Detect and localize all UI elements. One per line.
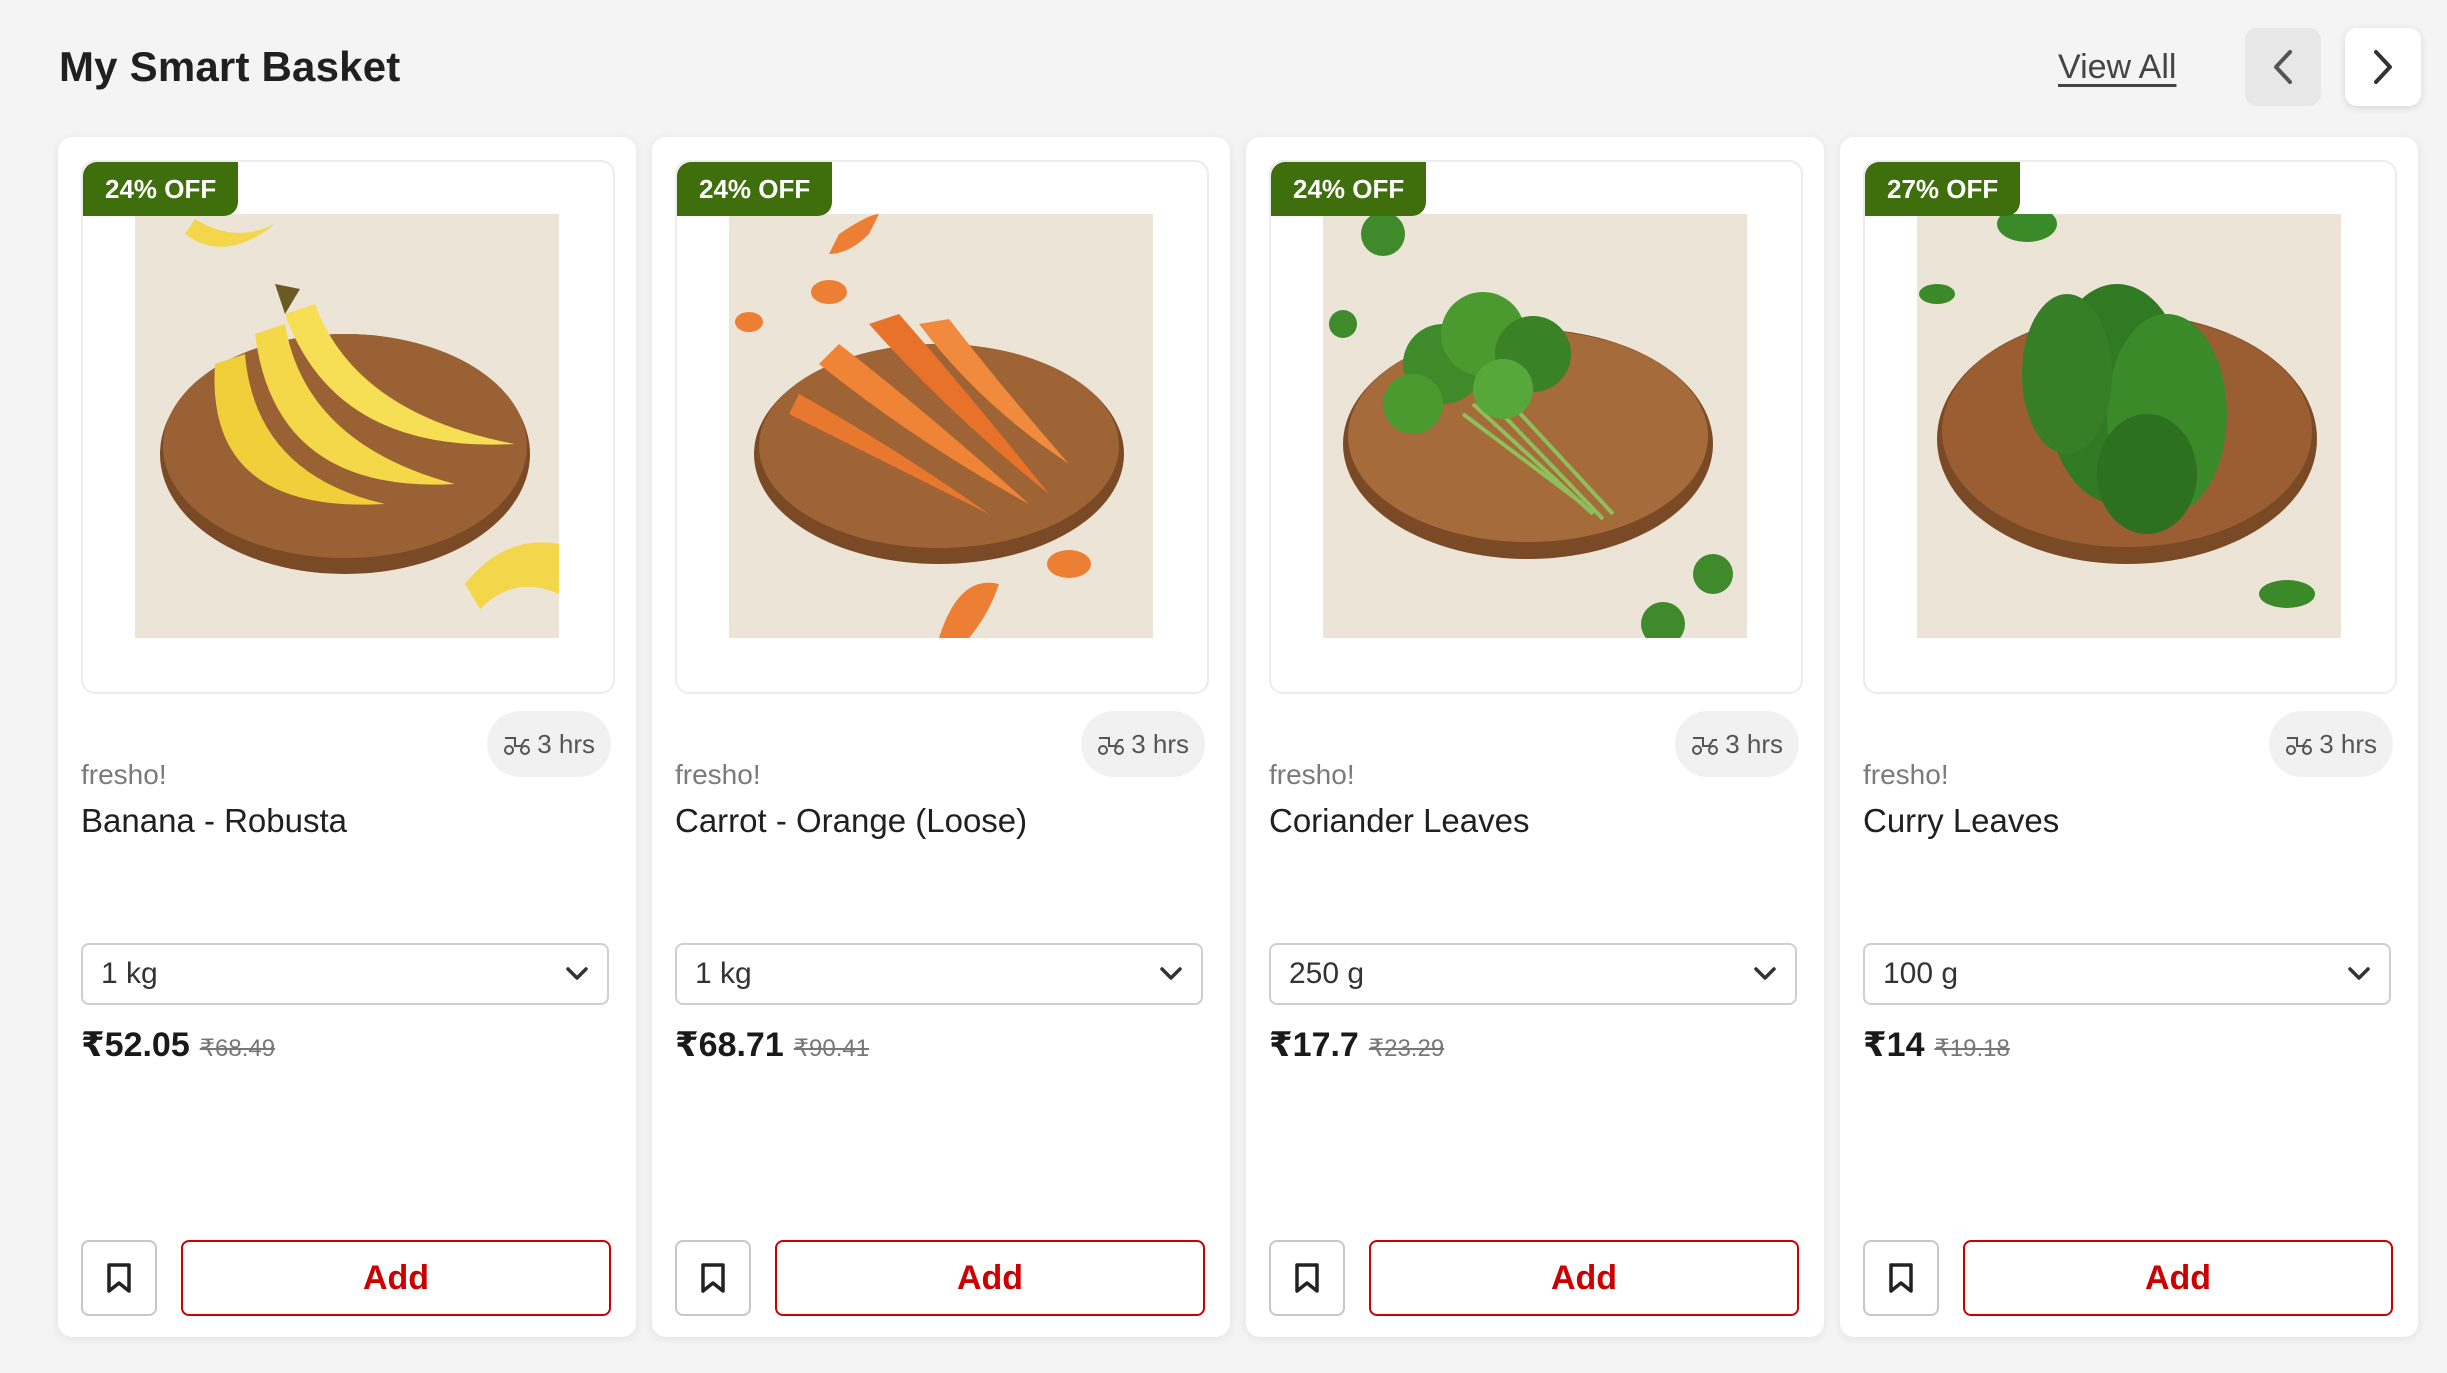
delivery-time-badge: 3 hrs [1081, 711, 1205, 777]
product-name[interactable]: Coriander Leaves [1269, 802, 1530, 840]
product-image-frame[interactable]: 27% OFF [1863, 160, 2397, 694]
pack-size-dropdown[interactable]: 1 kg [81, 943, 609, 1005]
banana-image [135, 214, 559, 638]
product-image-frame[interactable]: 24% OFF [1269, 160, 1803, 694]
product-brand: fresho! [81, 759, 167, 790]
product-brand: fresho! [1269, 759, 1355, 790]
delivery-time-text: 3 hrs [537, 728, 595, 759]
discount-badge: 24% OFF [83, 162, 239, 216]
product-name[interactable]: Curry Leaves [1863, 802, 2059, 840]
section-title: My Smart Basket [59, 43, 401, 90]
section-header: My Smart Basket View All [59, 28, 2423, 106]
delivery-time-badge: 3 hrs [487, 711, 611, 777]
selling-price: ₹14 [1863, 1026, 1925, 1064]
chevron-down-icon [1160, 967, 1182, 980]
chevron-down-icon [2348, 967, 2370, 980]
price-row: ₹14 ₹19.18 [1863, 1025, 2010, 1065]
carrot-image [729, 214, 1153, 638]
delivery-time-badge: 3 hrs [1675, 711, 1799, 777]
price-row: ₹68.71 ₹90.41 [675, 1025, 869, 1065]
pack-size-dropdown[interactable]: 100 g [1863, 943, 2391, 1005]
chevron-right-icon [2374, 50, 2392, 84]
add-to-basket-button[interactable]: Add [1963, 1240, 2393, 1316]
delivery-scooter-icon [504, 737, 531, 755]
selling-price: ₹68.71 [675, 1026, 784, 1064]
pack-size-dropdown[interactable]: 250 g [1269, 943, 1797, 1005]
chevron-down-icon [566, 967, 588, 980]
bookmark-icon [701, 1263, 725, 1293]
product-image-frame[interactable]: 24% OFF [675, 160, 1209, 694]
pack-size-value: 1 kg [695, 957, 752, 990]
price-row: ₹52.05 ₹68.49 [81, 1025, 275, 1065]
mrp-price: ₹68.49 [199, 1035, 276, 1062]
add-to-basket-button[interactable]: Add [181, 1240, 611, 1316]
product-name[interactable]: Carrot - Orange (Loose) [675, 802, 1027, 840]
delivery-time-text: 3 hrs [1725, 728, 1783, 759]
product-card[interactable]: 24% OFF 3 hrs fresho! Banana - Robusta 1… [58, 137, 636, 1337]
delivery-scooter-icon [1098, 737, 1125, 755]
price-row: ₹17.7 ₹23.29 [1269, 1025, 1444, 1065]
mrp-price: ₹23.29 [1368, 1035, 1445, 1062]
save-for-later-button[interactable] [1863, 1240, 1939, 1316]
view-all-link[interactable]: View All [2058, 48, 2176, 87]
add-to-basket-button[interactable]: Add [775, 1240, 1205, 1316]
delivery-scooter-icon [2286, 737, 2313, 755]
save-for-later-button[interactable] [675, 1240, 751, 1316]
pack-size-value: 250 g [1289, 957, 1365, 990]
delivery-time-text: 3 hrs [1131, 728, 1189, 759]
chevron-down-icon [1754, 967, 1776, 980]
bookmark-icon [1295, 1263, 1319, 1293]
delivery-scooter-icon [1692, 737, 1719, 755]
selling-price: ₹52.05 [81, 1026, 190, 1064]
pack-size-dropdown[interactable]: 1 kg [675, 943, 1203, 1005]
product-image-frame[interactable]: 24% OFF [81, 160, 615, 694]
bookmark-icon [1889, 1263, 1913, 1293]
add-to-basket-button[interactable]: Add [1369, 1240, 1799, 1316]
bookmark-icon [107, 1263, 131, 1293]
product-card[interactable]: 24% OFF 3 hrs fresho! Carrot - Orange (L… [652, 137, 1230, 1337]
carousel-prev-button[interactable] [2245, 28, 2321, 106]
selling-price: ₹17.7 [1269, 1026, 1359, 1064]
pack-size-value: 100 g [1883, 957, 1959, 990]
product-brand: fresho! [675, 759, 761, 790]
mrp-price: ₹90.41 [793, 1035, 870, 1062]
delivery-time-text: 3 hrs [2319, 728, 2377, 759]
coriander-image [1323, 214, 1747, 638]
save-for-later-button[interactable] [81, 1240, 157, 1316]
discount-badge: 24% OFF [677, 162, 833, 216]
discount-badge: 24% OFF [1271, 162, 1427, 216]
product-card[interactable]: 27% OFF 3 hrs fresho! Curry Leaves 100 g… [1840, 137, 2418, 1337]
curry-leaves-image [1917, 214, 2341, 638]
delivery-time-badge: 3 hrs [2269, 711, 2393, 777]
save-for-later-button[interactable] [1269, 1240, 1345, 1316]
chevron-left-icon [2274, 50, 2292, 84]
product-card[interactable]: 24% OFF 3 hrs fresho! Coriander Leaves 2… [1246, 137, 1824, 1337]
product-brand: fresho! [1863, 759, 1949, 790]
carousel-next-button[interactable] [2345, 28, 2421, 106]
mrp-price: ₹19.18 [1934, 1035, 2010, 1062]
product-name[interactable]: Banana - Robusta [81, 802, 347, 840]
discount-badge: 27% OFF [1865, 162, 2021, 216]
pack-size-value: 1 kg [101, 957, 158, 990]
